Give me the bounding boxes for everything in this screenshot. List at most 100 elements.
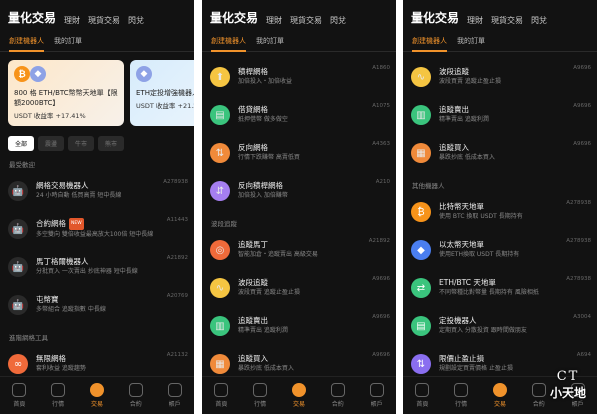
tab-trade[interactable]: 交易 — [89, 383, 104, 408]
list-item[interactable]: ∿ 波段追蹤 波段買賣 追蹤止盈止損 A9696 — [403, 58, 597, 96]
trail-sell-icon: ▥ — [210, 316, 230, 336]
list-item[interactable]: ∿ 波段追蹤 波段買賣 追蹤止盈止損 A9696 — [202, 269, 396, 307]
wallet-icon — [369, 383, 384, 397]
nav-convert[interactable]: 閃兌 — [128, 15, 144, 26]
robot-icon: 🤖 — [8, 257, 28, 277]
new-badge: NEW — [69, 218, 84, 230]
list-item[interactable]: 🤖 屯幣寶 多幣組合 追蹤指數 中長線 A20769 — [0, 286, 194, 324]
eth-icon: ◆ — [136, 66, 152, 82]
list-item[interactable]: ▤ 定投機器人 定期買入 分散投資 跟時間做朋友 A3004 — [403, 307, 597, 345]
section-title: 其他機器人 — [412, 182, 445, 190]
tab-futures[interactable]: 合約 — [330, 383, 345, 408]
nav-spot[interactable]: 現貨交易 — [290, 15, 322, 26]
tab-home[interactable]: 首頁 — [415, 383, 430, 408]
tab-create-bot[interactable]: 創建機器人 — [9, 36, 44, 52]
tab-account[interactable]: 帳戶 — [369, 383, 384, 408]
item-count: A11443 — [166, 217, 188, 223]
tab-home[interactable]: 首頁 — [214, 383, 229, 408]
list-item[interactable]: ▦ 追蹤買入 暴跌抄底 低成本買入 A9696 — [403, 134, 597, 172]
list-item[interactable]: 🤖 馬丁格爾機器人 分批買入 一次賣出 抄底神器 短中長線 A21892 — [0, 248, 194, 286]
item-name: 定投機器人 — [439, 316, 477, 325]
item-desc: 精準賣出 追蹤利潤 — [238, 327, 288, 334]
phone-panel-2: 量化交易 理財 現貨交易 閃兌 創建機器人 我的訂單 ⬆ 積桿網格 加倍投入・加倍… — [202, 0, 396, 414]
tab-my-orders[interactable]: 我的訂單 — [457, 36, 485, 48]
nav-spot[interactable]: 現貨交易 — [88, 15, 120, 26]
nav-quant-trading[interactable]: 量化交易 — [210, 9, 258, 26]
nav-finance[interactable]: 理財 — [467, 15, 483, 26]
item-name: 波段追蹤 — [439, 67, 469, 76]
swing-trail-icon: ∿ — [411, 67, 431, 87]
list-item[interactable]: ⇄ ETH/BTC 天地單 不同幣種比對幣量 長期持有 風險相抵 A278938 — [403, 269, 597, 307]
tab-market[interactable]: 行情 — [454, 383, 469, 408]
leverage-grid-icon: ⬆ — [210, 67, 230, 87]
tab-futures[interactable]: 合約 — [128, 383, 143, 408]
tab-create-bot[interactable]: 創建機器人 — [412, 36, 447, 52]
nav-finance[interactable]: 理財 — [64, 15, 80, 26]
list-item[interactable]: 🤖 合約網格 NEW 多空雙向 雙倍收益最高放大100倍 短中長線 A11443 — [0, 210, 194, 248]
phone-panel-3: 量化交易 理財 現貨交易 閃兌 創建機器人 我的訂單 ∿ 波段追蹤 波段買賣 追蹤… — [403, 0, 597, 414]
list-item[interactable]: ⇵ 反向積桿網格 加倍投入 加倍賺幣 A210 — [202, 172, 396, 210]
item-name: 積桿網格 — [238, 67, 268, 76]
list-item[interactable]: ⇅ 反向網格 行情下跌賺幣 高賣低買 A4363 — [202, 134, 396, 172]
top-nav: 量化交易 理財 現貨交易 閃兌 — [403, 0, 597, 32]
item-name: 屯幣寶 — [36, 295, 59, 304]
section-title: 最受歡迎 — [9, 161, 35, 169]
featured-card[interactable]: ◆ ETH定投增強機器人 USDT 收益率 +21.21 — [130, 60, 194, 126]
sub-tabs: 創建機器人 我的訂單 — [403, 32, 597, 52]
contract-icon — [330, 383, 345, 397]
nav-quant-trading[interactable]: 量化交易 — [411, 9, 459, 26]
robot-icon: 🤖 — [8, 295, 28, 315]
chip-all[interactable]: 全部 — [8, 136, 35, 151]
item-desc: 使用ETH換取 USDT 長期持有 — [439, 251, 520, 258]
item-count: A9696 — [372, 314, 390, 320]
item-count: A1075 — [372, 103, 390, 109]
chip-bear[interactable]: 熊市 — [98, 136, 125, 151]
infinity-icon: ∞ — [8, 354, 28, 374]
contract-icon — [128, 383, 143, 397]
tab-market[interactable]: 行情 — [51, 383, 66, 408]
chart-icon — [454, 383, 469, 397]
tab-market[interactable]: 行情 — [253, 383, 268, 408]
nav-convert[interactable]: 閃兌 — [531, 15, 547, 26]
item-desc: 精準賣出 追蹤利潤 — [439, 116, 489, 123]
item-desc: 波段買賣 追蹤止盈止損 — [238, 289, 300, 296]
item-desc: 抵押借幣 做多做空 — [238, 116, 288, 123]
list-item[interactable]: ◆ 以太幣天地單 使用ETH換取 USDT 長期持有 A278938 — [403, 231, 597, 269]
eth-btc-icon: ⇄ — [411, 278, 431, 298]
nav-finance[interactable]: 理財 — [266, 15, 282, 26]
item-desc: 分批買入 一次賣出 抄底神器 短中長線 — [36, 268, 138, 275]
nav-spot[interactable]: 現貨交易 — [491, 15, 523, 26]
list-item[interactable]: ⬆ 積桿網格 加倍投入・加倍收益 A1860 — [202, 58, 396, 96]
item-desc: 使用 BTC 換取 USDT 長期持有 — [439, 213, 523, 220]
item-name: 追蹤馬丁 — [238, 240, 268, 249]
tab-create-bot[interactable]: 創建機器人 — [211, 36, 246, 52]
tab-my-orders[interactable]: 我的訂單 — [54, 36, 82, 48]
list-item[interactable]: ₿ 比特幣天地單 使用 BTC 換取 USDT 長期持有 A278938 — [403, 193, 597, 231]
tab-label: 交易 — [493, 401, 506, 408]
tab-account[interactable]: 帳戶 — [167, 383, 182, 408]
eth-icon: ◆ — [411, 240, 431, 260]
list-item[interactable]: ▥ 追蹤賣出 精準賣出 追蹤利潤 A9696 — [202, 307, 396, 345]
nav-quant-trading[interactable]: 量化交易 — [8, 9, 56, 26]
tab-home[interactable]: 首頁 — [12, 383, 27, 408]
list-item[interactable]: ▥ 追蹤賣出 精準賣出 追蹤利潤 A9696 — [403, 96, 597, 134]
list-item[interactable]: ▤ 借貸網格 抵押借幣 做多做空 A1075 — [202, 96, 396, 134]
tab-trade[interactable]: 交易 — [291, 383, 306, 408]
list-item[interactable]: ◎ 追蹤馬丁 智能加倉・追蹤賣出 高級交易 A21892 — [202, 231, 396, 269]
tab-my-orders[interactable]: 我的訂單 — [256, 36, 284, 48]
chip-bull[interactable]: 牛市 — [68, 136, 95, 151]
tab-trade[interactable]: 交易 — [492, 383, 507, 408]
featured-card[interactable]: ₿ ◆ 800 格 ETH/BTC幣幣天地單【限額2000BTC】 USDT 收益… — [8, 60, 124, 126]
item-count: A9696 — [372, 352, 390, 358]
item-name: 無限網格 — [36, 354, 66, 363]
reverse-grid-icon: ⇅ — [210, 143, 230, 163]
chip-range[interactable]: 震盪 — [38, 136, 65, 151]
home-icon — [415, 383, 430, 397]
tab-label: 行情 — [455, 401, 468, 408]
tab-label: 帳戶 — [168, 401, 181, 408]
btc-icon: ₿ — [411, 202, 431, 222]
tab-label: 交易 — [90, 401, 103, 408]
item-name: 追蹤買入 — [439, 143, 469, 152]
list-item[interactable]: 🤖 網格交易機器人 24 小時自動 低買高賣 短中長線 A278938 — [0, 172, 194, 210]
nav-convert[interactable]: 閃兌 — [330, 15, 346, 26]
